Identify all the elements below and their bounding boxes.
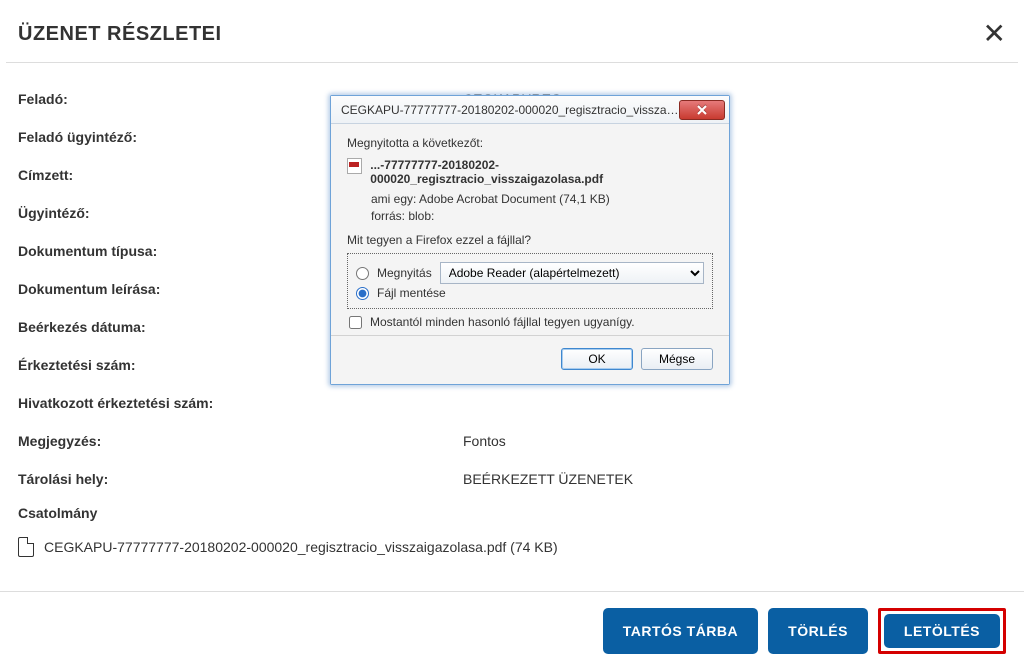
attachment-label: Csatolmány xyxy=(18,501,1006,531)
download-button[interactable]: LETÖLTÉS xyxy=(884,614,1000,648)
label-ref-arrivalno: Hivatkozott érkeztetési szám: xyxy=(18,395,463,411)
pdf-icon xyxy=(347,158,362,174)
store-button[interactable]: TARTÓS TÁRBA xyxy=(603,608,758,654)
dialog-option-group: Megnyitás Adobe Reader (alapértelmezett)… xyxy=(347,253,713,309)
attachment-row[interactable]: CEGKAPU-77777777-20180202-000020_regiszt… xyxy=(18,531,1006,581)
radio-open[interactable] xyxy=(356,267,369,280)
label-open: Megnyitás xyxy=(377,266,432,280)
dialog-close-button[interactable] xyxy=(679,100,725,120)
dialog-file-name: ...-77777777-20180202-000020_regisztraci… xyxy=(370,158,713,186)
attachment-filename: CEGKAPU-77777777-20180202-000020_regiszt… xyxy=(44,539,558,555)
close-icon[interactable]: ✕ xyxy=(983,20,1006,48)
download-highlight: LETÖLTÉS xyxy=(878,608,1006,654)
label-remember: Mostantól minden hasonló fájllal tegyen … xyxy=(370,315,635,329)
value-note: Fontos xyxy=(463,433,506,449)
label-storage: Tárolási hely: xyxy=(18,471,463,487)
download-dialog: CEGKAPU-77777777-20180202-000020_regiszt… xyxy=(330,95,730,385)
dialog-file-type: ami egy: Adobe Acrobat Document (74,1 KB… xyxy=(371,192,713,206)
dialog-file-source: forrás: blob: xyxy=(371,209,713,223)
remember-row[interactable]: Mostantól minden hasonló fájllal tegyen … xyxy=(347,315,713,329)
row-ref-arrivalno: Hivatkozott érkeztetési szám: xyxy=(18,387,1006,425)
label-note: Megjegyzés: xyxy=(18,433,463,449)
dialog-title: CEGKAPU-77777777-20180202-000020_regiszt… xyxy=(341,103,679,117)
dialog-file-row: ...-77777777-20180202-000020_regisztraci… xyxy=(347,158,713,186)
radio-save[interactable] xyxy=(356,287,369,300)
dialog-question: Mit tegyen a Firefox ezzel a fájllal? xyxy=(347,233,713,247)
dialog-actions: OK Mégse xyxy=(347,340,713,380)
dialog-ok-button[interactable]: OK xyxy=(561,348,633,370)
row-storage: Tárolási hely: BEÉRKEZETT ÜZENETEK xyxy=(18,463,1006,501)
footer-actions: TARTÓS TÁRBA TÖRLÉS LETÖLTÉS xyxy=(0,591,1024,670)
dialog-cancel-button[interactable]: Mégse xyxy=(641,348,713,370)
row-note: Megjegyzés: Fontos xyxy=(18,425,1006,463)
delete-button[interactable]: TÖRLÉS xyxy=(768,608,868,654)
dialog-titlebar[interactable]: CEGKAPU-77777777-20180202-000020_regiszt… xyxy=(331,96,729,124)
dialog-opened-label: Megnyitotta a következőt: xyxy=(347,136,713,150)
attachment-section: Csatolmány CEGKAPU-77777777-20180202-000… xyxy=(0,501,1024,591)
dialog-separator xyxy=(331,335,729,336)
option-save-row[interactable]: Fájl mentése xyxy=(356,286,704,300)
page-title: ÜZENET RÉSZLETEI xyxy=(18,23,222,46)
checkbox-remember[interactable] xyxy=(349,316,362,329)
value-storage: BEÉRKEZETT ÜZENETEK xyxy=(463,471,633,487)
label-save: Fájl mentése xyxy=(377,286,446,300)
option-open-row[interactable]: Megnyitás Adobe Reader (alapértelmezett) xyxy=(356,262,704,284)
close-icon xyxy=(696,105,708,115)
dialog-body: Megnyitotta a következőt: ...-77777777-2… xyxy=(331,124,729,384)
open-with-select[interactable]: Adobe Reader (alapértelmezett) xyxy=(440,262,704,284)
file-icon xyxy=(18,537,34,557)
